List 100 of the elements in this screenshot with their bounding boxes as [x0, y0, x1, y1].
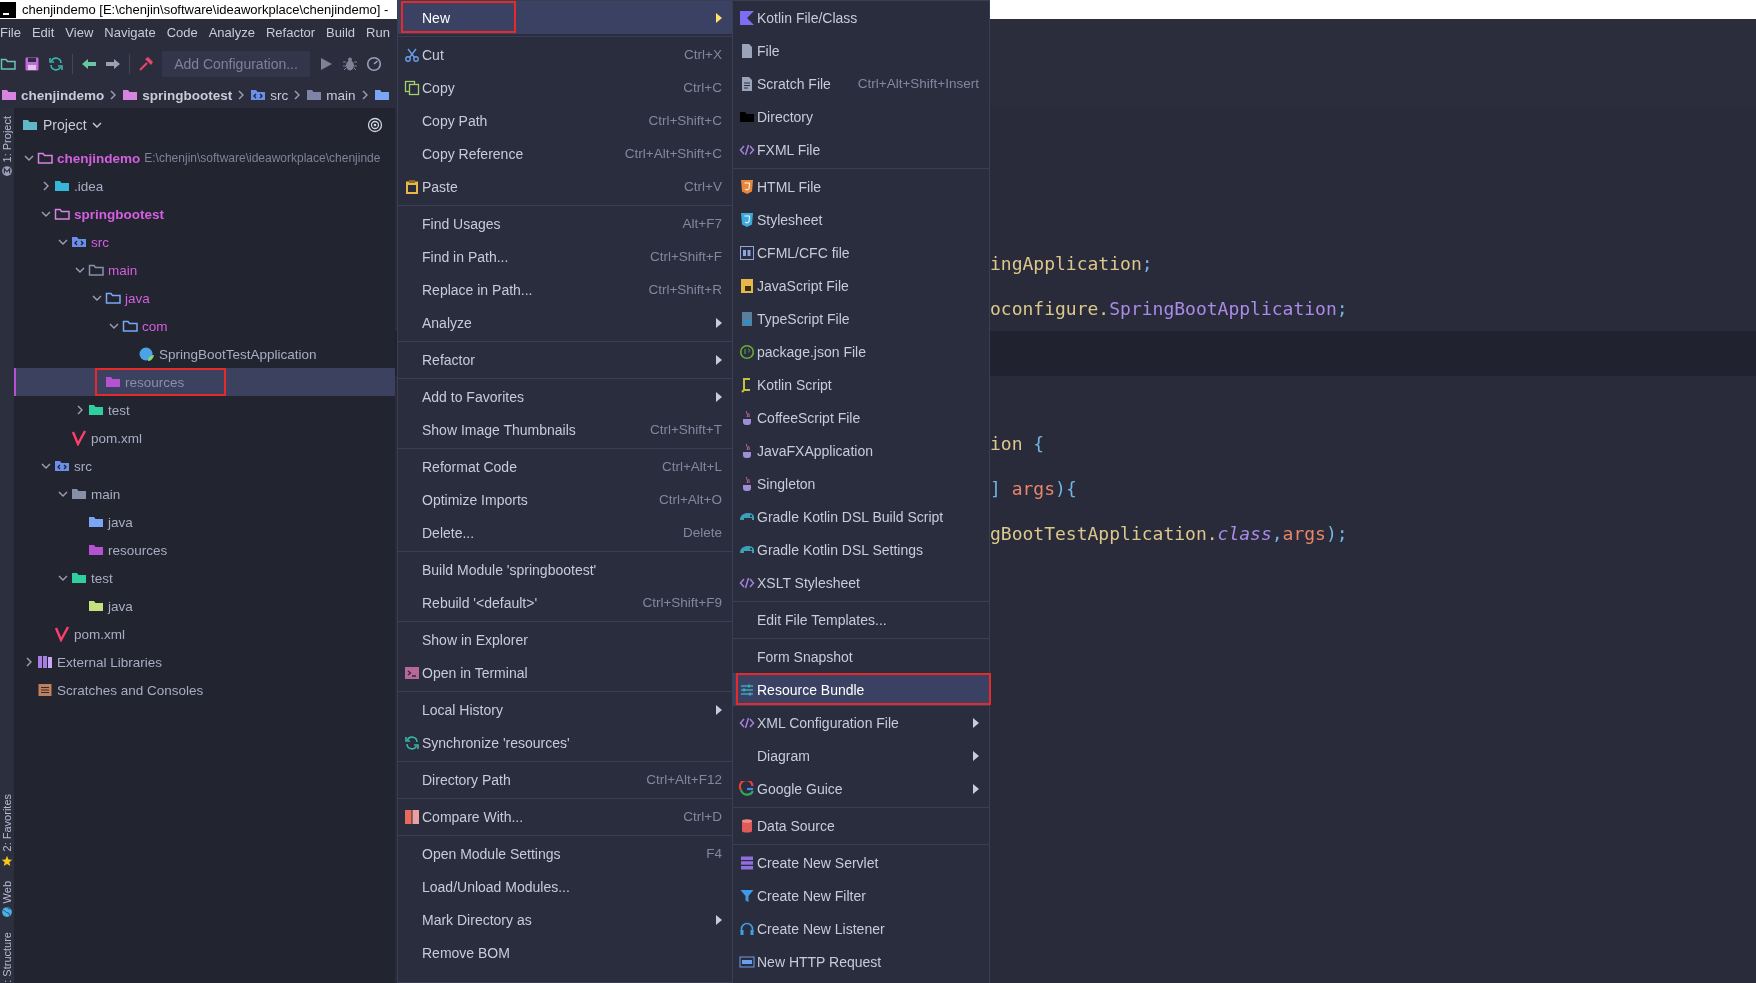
menu-bar-item[interactable]: Refactor — [265, 24, 316, 40]
menu-item[interactable]: Diagram — [733, 739, 989, 772]
tree-item[interactable]: java — [14, 284, 395, 312]
menu-item[interactable]: XML Configuration File — [733, 706, 989, 739]
menu-item[interactable]: Edit File Templates... — [733, 603, 989, 636]
breadcrumb-item[interactable]: src — [270, 87, 289, 103]
menu-item[interactable]: Open in Terminal — [398, 656, 732, 689]
menu-item[interactable]: Gradle Kotlin DSL Build Script — [733, 500, 989, 533]
tree-label: External Libraries — [57, 654, 163, 670]
menu-item[interactable]: Open Module Settings F4 — [398, 837, 732, 870]
code-line: ingApplication; — [990, 253, 1153, 274]
menu-bar-item[interactable]: View — [65, 24, 94, 40]
menu-item[interactable]: CoffeeScript File — [733, 401, 989, 434]
menu-item[interactable]: Copy Ctrl+C — [398, 71, 732, 104]
menu-item[interactable]: Build Module 'springbootest' — [398, 553, 732, 586]
shortcut-label: Ctrl+Shift+C — [647, 113, 722, 128]
tree-item[interactable]: src — [14, 228, 395, 256]
menu-item[interactable]: XSLT Stylesheet — [733, 566, 989, 599]
tree-item[interactable]: chenjindemo E:\chenjin\software\ideaworkplace\chenjinde — [14, 144, 395, 172]
tree-item[interactable]: com — [14, 312, 395, 340]
menu-item[interactable]: Local History — [398, 693, 732, 726]
menu-item[interactable]: Data Source — [733, 809, 989, 842]
menu-item[interactable]: Replace in Path... Ctrl+Shift+R — [398, 273, 732, 306]
menu-item[interactable]: Rebuild '<default>' Ctrl+Shift+F9 — [398, 586, 732, 619]
tree-item[interactable]: .idea — [14, 172, 395, 200]
menu-item[interactable]: Reformat Code Ctrl+Alt+L — [398, 450, 732, 483]
tool-window-tab[interactable]: Web — [1, 880, 13, 904]
menu-bar-item[interactable]: File — [0, 24, 21, 40]
tool-window-tab[interactable]: 2: Favorites — [1, 794, 13, 852]
breadcrumb-item[interactable]: springbootest — [142, 87, 233, 103]
tree-item[interactable]: java — [14, 592, 395, 620]
shortcut-label: Ctrl+Shift+F9 — [641, 595, 722, 610]
menu-item[interactable]: New HTTP Request — [733, 945, 989, 978]
menu-item[interactable]: Analyze — [398, 306, 732, 339]
menu-item[interactable]: Scratch File Ctrl+Alt+Shift+Insert — [733, 67, 989, 100]
menu-item[interactable]: Show in Explorer — [398, 623, 732, 656]
menu-bar-item[interactable]: Edit — [31, 24, 55, 40]
menu-item[interactable]: Stylesheet — [733, 203, 989, 236]
menu-item[interactable]: Refactor — [398, 343, 732, 376]
menu-item[interactable]: Google Guice — [733, 772, 989, 805]
menu-bar-item[interactable]: Run — [366, 24, 390, 40]
menu-item[interactable]: Kotlin File/Class — [733, 1, 989, 34]
menu-item[interactable]: Find Usages Alt+F7 — [398, 207, 732, 240]
tree-item[interactable]: springbootest — [14, 200, 395, 228]
tree-item[interactable]: resources — [14, 536, 395, 564]
menu-item[interactable]: Add to Favorites — [398, 380, 732, 413]
menu-item[interactable]: Compare With... Ctrl+D — [398, 800, 732, 833]
tool-window-tab[interactable]: 1: Project — [1, 116, 13, 163]
breadcrumb-item[interactable]: main — [326, 87, 356, 103]
menu-bar-item[interactable]: Code — [166, 24, 198, 40]
shortcut-label: Ctrl+X — [683, 47, 722, 62]
menu-item[interactable]: package.json File — [733, 335, 989, 368]
tree-label: main — [91, 486, 121, 502]
menu-item[interactable]: New — [398, 1, 732, 34]
menu-item[interactable]: JavaScript File — [733, 269, 989, 302]
menu-item[interactable]: Create New Listener — [733, 912, 989, 945]
menu-item[interactable]: Show Image Thumbnails Ctrl+Shift+T — [398, 413, 732, 446]
tree-item[interactable]: SpringBootTestApplication — [14, 340, 395, 368]
menu-item[interactable]: Gradle Kotlin DSL Settings — [733, 533, 989, 566]
menu-item[interactable]: Paste Ctrl+V — [398, 170, 732, 203]
tree-item[interactable]: test — [14, 564, 395, 592]
tree-item[interactable]: test — [14, 396, 395, 424]
menu-item[interactable]: Kotlin Script — [733, 368, 989, 401]
menu-item[interactable]: Copy Reference Ctrl+Alt+Shift+C — [398, 137, 732, 170]
tree-item[interactable]: pom.xml — [14, 620, 395, 648]
menu-item[interactable]: Load/Unload Modules... — [398, 870, 732, 903]
tree-item[interactable]: External Libraries — [14, 648, 395, 676]
code-line: oconfigure.SpringBootApplication; — [990, 298, 1348, 319]
menu-item[interactable]: Singleton — [733, 467, 989, 500]
menu-item[interactable]: CFML/CFC file — [733, 236, 989, 269]
tree-item[interactable]: pom.xml — [14, 424, 395, 452]
menu-item[interactable]: Delete... Delete — [398, 516, 732, 549]
tree-item[interactable]: main — [14, 256, 395, 284]
menu-bar-item[interactable]: Build — [326, 24, 355, 40]
menu-item[interactable]: Create New Servlet — [733, 846, 989, 879]
breadcrumb-item[interactable]: chenjindemo — [21, 87, 105, 103]
menu-item[interactable]: File — [733, 34, 989, 67]
tool-window-tab[interactable]: : Structure — [1, 932, 13, 983]
menu-item[interactable]: Optimize Imports Ctrl+Alt+O — [398, 483, 732, 516]
menu-item[interactable]: FXML File — [733, 133, 989, 166]
menu-item[interactable]: TypeScript File — [733, 302, 989, 335]
tree-item[interactable]: main — [14, 480, 395, 508]
menu-item[interactable]: Create New Filter — [733, 879, 989, 912]
tree-item[interactable]: src — [14, 452, 395, 480]
menu-item[interactable]: Synchronize 'resources' — [398, 726, 732, 759]
tree-label: java — [108, 514, 133, 530]
menu-item[interactable]: JavaFXApplication — [733, 434, 989, 467]
tree-item[interactable]: java — [14, 508, 395, 536]
menu-item[interactable]: Resource Bundle — [733, 673, 989, 706]
menu-bar-item[interactable]: Analyze — [208, 24, 255, 40]
menu-bar-item[interactable]: Navigate — [104, 24, 156, 40]
menu-item[interactable]: HTML File — [733, 170, 989, 203]
menu-item[interactable]: Find in Path... Ctrl+Shift+F — [398, 240, 732, 273]
panel-title[interactable]: Project — [43, 117, 87, 133]
menu-item[interactable]: Remove BOM — [398, 936, 732, 969]
menu-item[interactable]: Form Snapshot — [733, 640, 989, 673]
menu-item[interactable]: Mark Directory as — [398, 903, 732, 936]
tree-item[interactable]: Scratches and Consoles — [14, 676, 395, 704]
menu-item[interactable]: Directory Path Ctrl+Alt+F12 — [398, 763, 732, 796]
menu-item[interactable]: Cut Ctrl+X — [398, 38, 732, 71]
